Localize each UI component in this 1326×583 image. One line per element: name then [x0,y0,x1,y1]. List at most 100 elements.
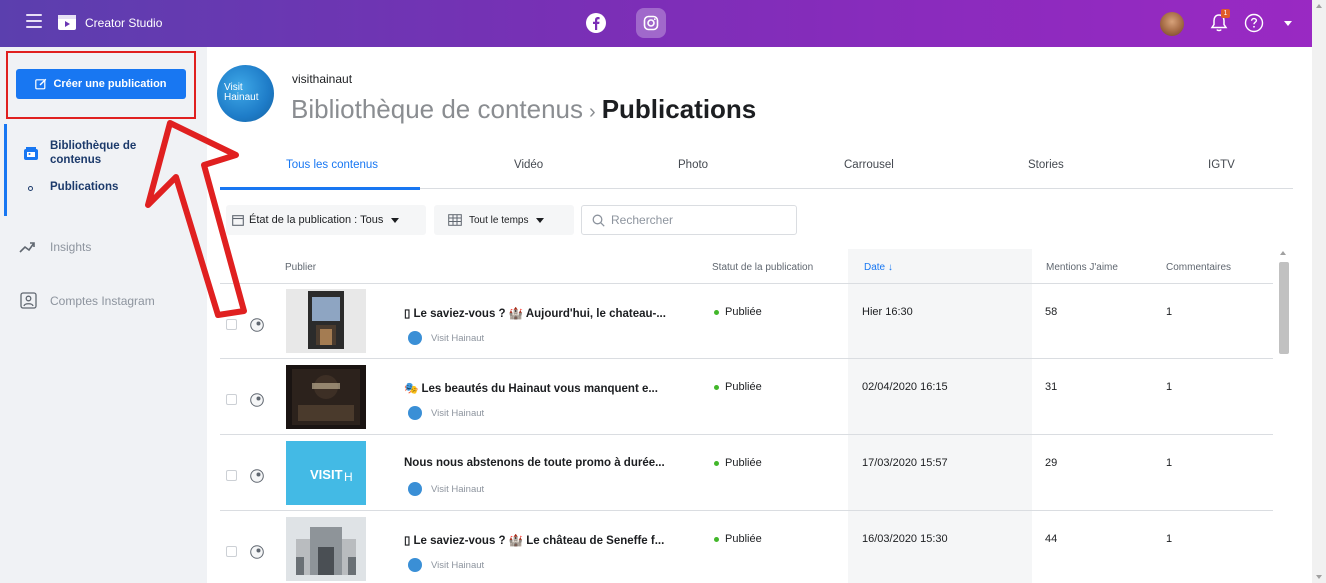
user-avatar[interactable] [1160,12,1184,36]
instagram-globe-icon [250,393,264,407]
breadcrumb-separator: › [589,101,596,123]
table-row[interactable]: VISIT H Nous nous abstenons de toute pro… [220,434,1273,509]
tab-carousel[interactable]: Carrousel [844,159,894,171]
instagram-tab[interactable] [636,8,666,38]
post-caption[interactable]: ▯ Le saviez-vous ? 🏰 Le château de Senef… [404,533,694,547]
post-likes: 31 [1045,381,1058,393]
row-checkbox[interactable] [226,470,237,481]
post-author: Visit Hainaut [431,484,485,495]
page-scrollbar[interactable] [1312,0,1326,583]
post-caption[interactable]: 🎭 Les beautés du Hainaut vous manquent e… [404,381,694,395]
breadcrumb-parent[interactable]: Bibliothèque de contenus [291,94,583,124]
sidebar-item-publications-dot [28,186,33,191]
author-avatar [408,331,422,345]
table-row[interactable]: ▯ Le saviez-vous ? 🏰 Le château de Senef… [220,510,1273,583]
post-status: Publiée [714,306,762,318]
seneffe-castle-thumbnail-image [286,517,366,581]
chevron-down-icon [391,217,400,223]
search-box [581,205,797,235]
time-range-filter[interactable]: Tout le temps [434,205,574,235]
facebook-icon[interactable] [585,12,607,34]
post-likes: 29 [1045,457,1058,469]
sidebar-item-publications[interactable]: Publications [50,181,118,193]
help-icon[interactable] [1244,13,1264,33]
status-dot [714,309,719,315]
account-menu-caret-icon[interactable] [1284,21,1292,26]
post-comments: 1 [1166,381,1173,393]
page-title: Publications [601,94,757,124]
insights-icon [19,242,35,253]
sidebar-item-insights[interactable]: Insights [50,240,91,254]
tab-video[interactable]: Vidéo [514,159,543,171]
page-scroll-down-arrow-icon[interactable] [1316,575,1322,579]
post-status: Publiée [714,381,762,393]
scroll-up-arrow-icon[interactable] [1280,251,1286,255]
page-logo-text: Hainaut [224,92,259,103]
row-checkbox[interactable] [226,546,237,557]
instagram-icon [643,15,659,31]
visit-hainaut-thumbnail-image: VISIT H [286,441,366,505]
column-header-date[interactable]: Date ↓ [864,262,893,273]
menu-icon[interactable] [26,14,42,28]
annotation-highlight-box [6,51,196,119]
status-dot [714,460,719,466]
post-thumbnail[interactable] [286,365,366,429]
table-row[interactable]: 🎭 Les beautés du Hainaut vous manquent e… [220,358,1273,433]
status-dot [714,384,719,390]
post-thumbnail[interactable]: VISIT H [286,441,366,505]
post-thumbnail[interactable] [286,289,366,353]
post-comments: 1 [1166,533,1173,545]
tab-photo[interactable]: Photo [678,159,708,171]
svg-text:H: H [344,470,353,484]
tab-stories[interactable]: Stories [1028,159,1064,171]
sidebar-item-content-library[interactable]: Bibliothèque de contenus [50,139,150,167]
column-header-comments[interactable]: Commentaires [1166,262,1231,273]
table-scrollbar-thumb[interactable] [1279,262,1289,354]
table-row[interactable]: ▯ Le saviez-vous ? 🏰 Aujourd'hui, le cha… [220,283,1273,358]
creator-studio-logo-icon [58,15,76,30]
post-author: Visit Hainaut [431,333,485,344]
column-header-likes[interactable]: Mentions J'aime [1046,262,1118,273]
sidebar [0,47,207,583]
author-avatar [408,558,422,572]
calendar-icon [232,215,244,226]
status-text: Publiée [725,457,762,469]
column-header-status[interactable]: Statut de la publication [712,262,813,273]
top-bar: Creator Studio 1 [0,0,1326,47]
search-input[interactable] [611,213,781,227]
svg-text:VISIT: VISIT [310,467,343,482]
post-caption[interactable]: Nous nous abstenons de toute promo à dur… [404,457,694,469]
post-date: 02/04/2020 16:15 [862,381,948,393]
museum-thumbnail-image [286,365,366,429]
tab-all-content[interactable]: Tous les contenus [286,159,378,171]
post-status: Publiée [714,533,762,545]
row-checkbox[interactable] [226,394,237,405]
author-avatar [408,482,422,496]
instagram-accounts-icon [20,292,37,309]
post-likes: 44 [1045,533,1058,545]
notification-badge: 1 [1221,9,1230,18]
post-date: 16/03/2020 15:30 [862,533,948,545]
publication-status-filter[interactable]: État de la publication : Tous [226,205,426,235]
post-comments: 1 [1166,306,1173,318]
content-library-icon [24,147,38,160]
post-caption[interactable]: ▯ Le saviez-vous ? 🏰 Aujourd'hui, le cha… [404,306,694,320]
instagram-globe-icon [250,545,264,559]
post-date: Hier 16:30 [862,306,913,318]
search-icon [592,214,605,227]
instagram-globe-icon [250,469,264,483]
post-comments: 1 [1166,457,1173,469]
status-text: Publiée [725,533,762,545]
status-text: Publiée [725,381,762,393]
page-scroll-up-arrow-icon[interactable] [1316,4,1322,8]
post-thumbnail[interactable] [286,517,366,581]
time-range-label: Tout le temps [469,214,529,226]
sidebar-item-instagram-accounts[interactable]: Comptes Instagram [50,294,155,308]
active-section-indicator [4,124,7,216]
tab-igtv[interactable]: IGTV [1208,159,1235,171]
row-checkbox[interactable] [226,319,237,330]
castle-thumbnail-image [286,289,366,353]
instagram-globe-icon [250,318,264,332]
publication-status-label: État de la publication : Tous [249,214,384,226]
chevron-down-icon [536,217,545,223]
